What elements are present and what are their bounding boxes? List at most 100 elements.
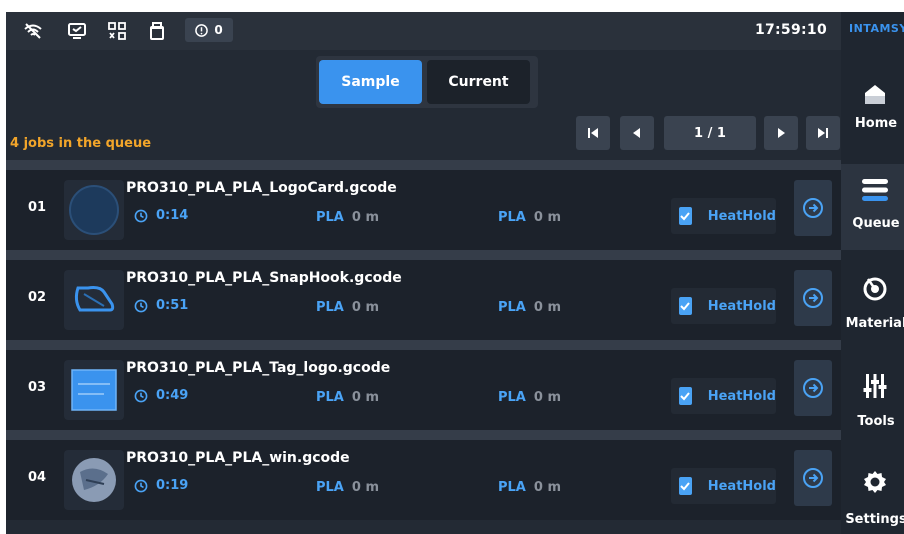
- material-1-length: 0 m: [351, 480, 379, 495]
- heathold-toggle[interactable]: HeatHold: [671, 378, 776, 414]
- material-2-length: 0 m: [533, 480, 561, 495]
- material-2-length: 0 m: [533, 300, 561, 315]
- material-2-name: PLA: [498, 210, 526, 225]
- material-1-length: 0 m: [351, 210, 379, 225]
- sidebar-item-material[interactable]: Material: [841, 262, 904, 348]
- job-duration: 0:49: [134, 388, 188, 403]
- start-job-button[interactable]: [794, 450, 832, 506]
- brand-logo: INTAMSYS: [849, 22, 904, 35]
- job-time-value: 0:19: [156, 478, 189, 493]
- job-duration: 0:14: [134, 208, 188, 223]
- job-number: 02: [28, 290, 47, 305]
- heathold-label: HeatHold: [707, 478, 776, 494]
- material-1: PLA 0 m: [316, 210, 379, 225]
- job-thumbnail: [64, 270, 124, 330]
- material-2: PLA 0 m: [498, 210, 561, 225]
- material-1-name: PLA: [316, 210, 344, 225]
- sidebar-item-label: Queue: [852, 216, 900, 231]
- material-1: PLA 0 m: [316, 390, 379, 405]
- job-row[interactable]: 02 PRO310_PLA_PLA_SnapHook.gcode 0:51 PL…: [6, 250, 841, 340]
- clock-icon: [134, 299, 148, 312]
- page-indicator: 1 / 1: [664, 116, 756, 150]
- heathold-toggle[interactable]: HeatHold: [671, 288, 776, 324]
- material-1-length: 0 m: [351, 300, 379, 315]
- check-icon: [680, 482, 691, 491]
- queue-panel: Sample Current 4 jobs in the queue 1 / 1…: [6, 50, 841, 534]
- tab-current[interactable]: Current: [427, 60, 530, 104]
- clock-icon: [134, 209, 148, 222]
- material-2: PLA 0 m: [498, 390, 561, 405]
- material-1-name: PLA: [316, 390, 344, 405]
- first-page-button[interactable]: [576, 116, 610, 150]
- material-1-length: 0 m: [351, 390, 379, 405]
- home-icon: [861, 80, 889, 108]
- tab-sample[interactable]: Sample: [319, 60, 422, 104]
- material-2-name: PLA: [498, 300, 526, 315]
- job-time-value: 0:51: [156, 298, 189, 313]
- material-2-name: PLA: [498, 390, 526, 405]
- heathold-checkbox[interactable]: [679, 207, 692, 225]
- heathold-toggle[interactable]: HeatHold: [671, 198, 776, 234]
- arrow-right-circle-icon: [803, 378, 823, 398]
- heathold-label: HeatHold: [707, 298, 776, 314]
- material-2-name: PLA: [498, 480, 526, 495]
- clock-icon: [134, 389, 148, 402]
- job-duration: 0:19: [134, 478, 188, 493]
- material-2: PLA 0 m: [498, 480, 561, 495]
- next-page-icon: [778, 128, 785, 138]
- job-filename: PRO310_PLA_PLA_Tag_logo.gcode: [126, 360, 391, 376]
- printer-screen: 0 17:59:10 Sample Current 4 jobs in the …: [6, 12, 904, 534]
- sidebar-item-label: Material: [845, 316, 904, 331]
- sidebar: INTAMSYS Home Queue Material Tools: [841, 12, 904, 534]
- start-job-button[interactable]: [794, 180, 832, 236]
- sidebar-item-tools[interactable]: Tools: [841, 360, 904, 446]
- last-page-icon: [818, 128, 828, 138]
- usb-storage-icon[interactable]: [146, 20, 168, 42]
- job-filename: PRO310_PLA_PLA_SnapHook.gcode: [126, 270, 402, 286]
- tab-group: Sample Current: [316, 56, 538, 108]
- material-1-name: PLA: [316, 300, 344, 315]
- job-time-value: 0:49: [156, 388, 189, 403]
- material-1: PLA 0 m: [316, 480, 379, 495]
- wifi-off-icon[interactable]: [22, 20, 44, 42]
- arrow-right-circle-icon: [803, 198, 823, 218]
- last-page-button[interactable]: [806, 116, 840, 150]
- settings-icon: [861, 468, 889, 496]
- camera-scan-icon[interactable]: [106, 20, 128, 42]
- heathold-checkbox[interactable]: [679, 477, 692, 495]
- job-row[interactable]: 01 PRO310_PLA_PLA_LogoCard.gcode 0:14 PL…: [6, 160, 841, 250]
- job-number: 01: [28, 200, 47, 215]
- material-2-length: 0 m: [533, 390, 561, 405]
- heathold-checkbox[interactable]: [679, 297, 692, 315]
- queue-count: 4 jobs in the queue: [10, 136, 152, 151]
- job-row[interactable]: 03 PRO310_PLA_PLA_Tag_logo.gcode 0:49 PL…: [6, 340, 841, 430]
- tools-icon: [861, 372, 889, 400]
- material-icon: [861, 274, 889, 302]
- sidebar-item-label: Settings: [845, 512, 904, 527]
- alert-badge[interactable]: 0: [185, 18, 233, 42]
- monitor-icon[interactable]: [66, 20, 88, 42]
- sidebar-item-home[interactable]: Home: [841, 72, 904, 158]
- material-2: PLA 0 m: [498, 300, 561, 315]
- check-icon: [680, 302, 691, 311]
- job-row[interactable]: 04 PRO310_PLA_PLA_win.gcode 0:19 PLA 0 m …: [6, 430, 841, 520]
- next-page-button[interactable]: [764, 116, 798, 150]
- heathold-label: HeatHold: [707, 208, 776, 224]
- clock: 17:59:10: [754, 22, 827, 38]
- heathold-toggle[interactable]: HeatHold: [671, 468, 776, 504]
- prev-page-icon: [633, 128, 640, 138]
- job-number: 04: [28, 470, 47, 485]
- heathold-checkbox[interactable]: [679, 387, 692, 405]
- arrow-right-circle-icon: [803, 468, 823, 488]
- prev-page-button[interactable]: [620, 116, 654, 150]
- material-1-name: PLA: [316, 480, 344, 495]
- queue-icon: [861, 176, 889, 204]
- job-duration: 0:51: [134, 298, 188, 313]
- sidebar-item-queue[interactable]: Queue: [841, 164, 904, 250]
- job-thumbnail: [64, 360, 124, 420]
- sidebar-item-settings[interactable]: Settings: [841, 452, 904, 534]
- start-job-button[interactable]: [794, 270, 832, 326]
- check-icon: [680, 212, 691, 221]
- start-job-button[interactable]: [794, 360, 832, 416]
- alert-icon: [195, 23, 209, 37]
